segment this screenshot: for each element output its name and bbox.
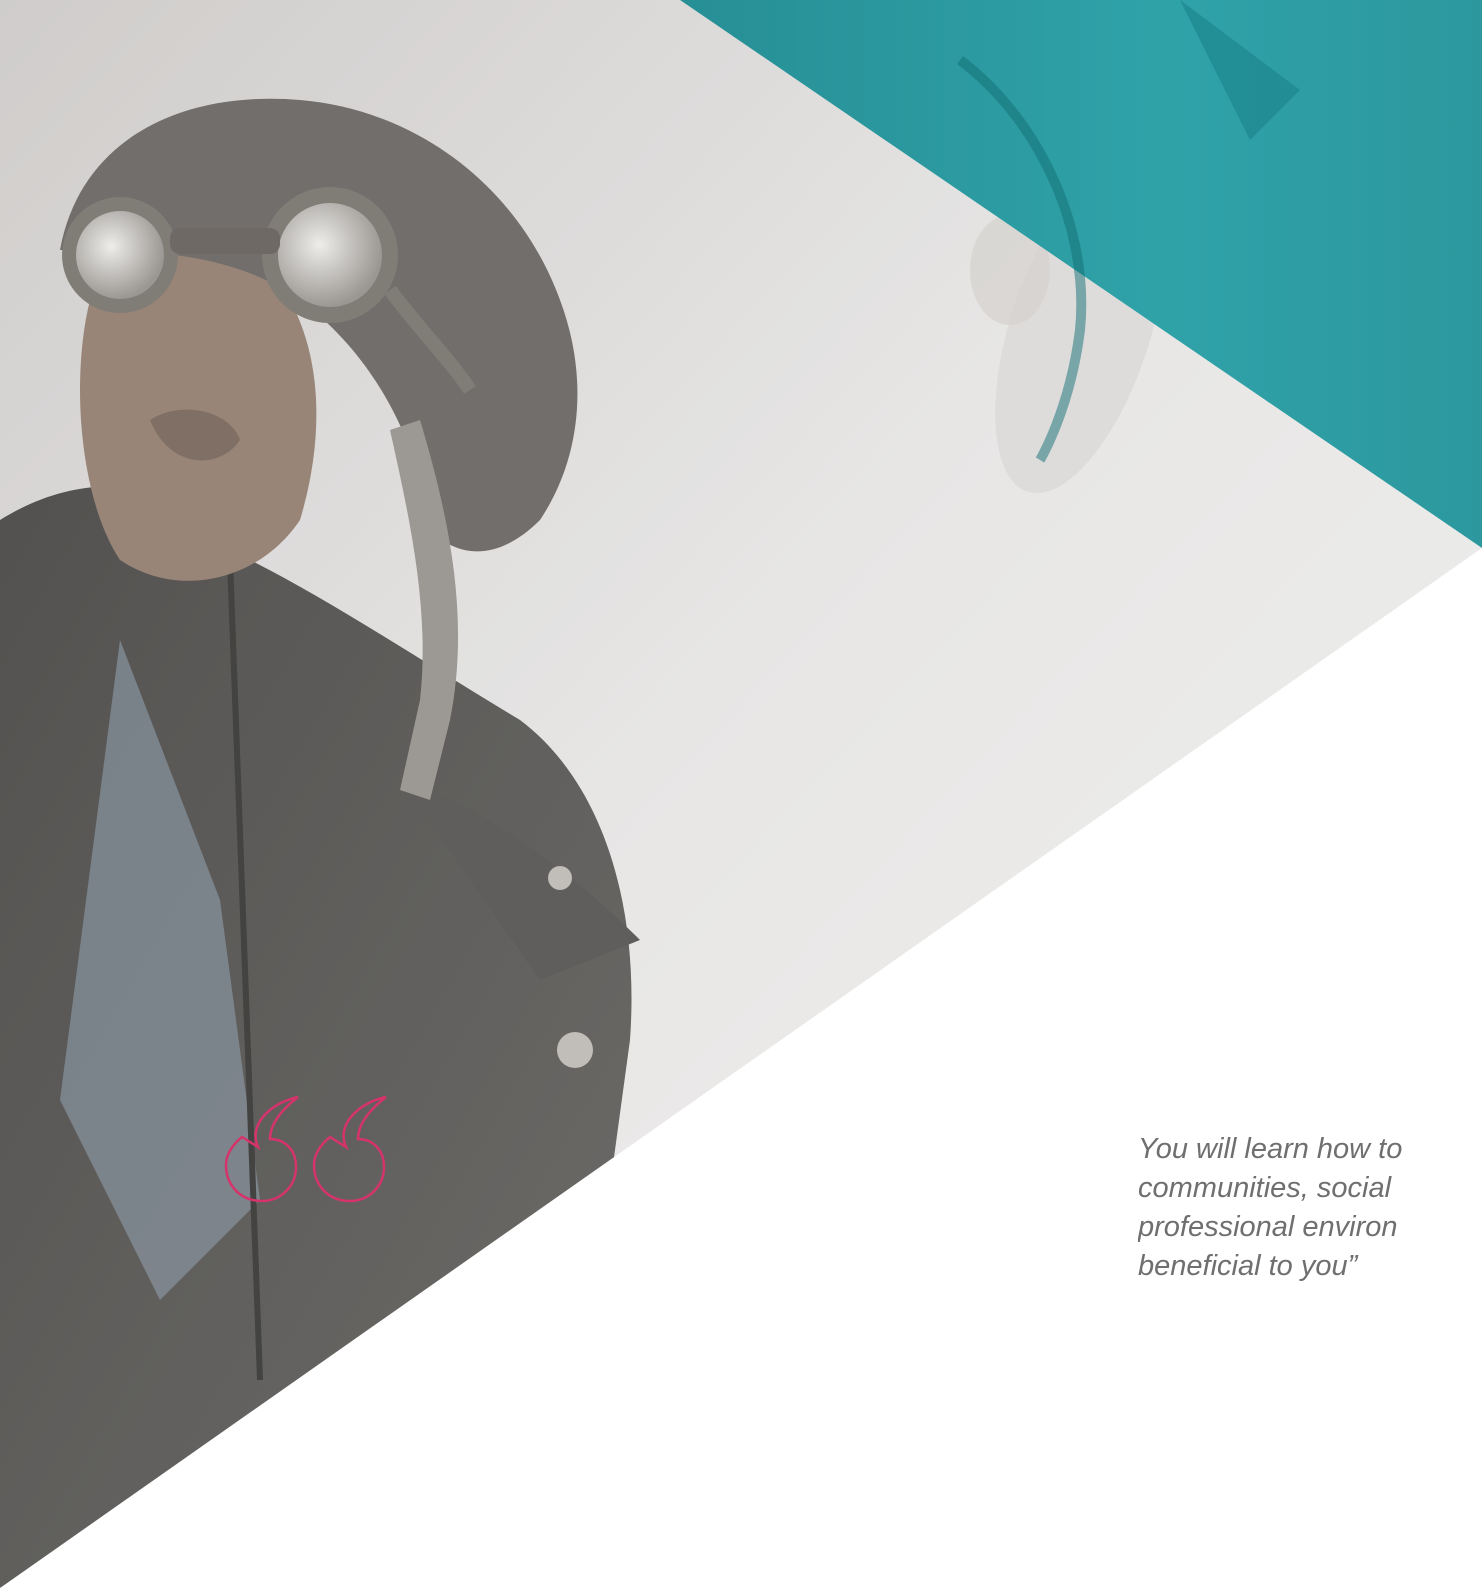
quote-line-4: beneficial to you” [1138, 1250, 1358, 1282]
quote-line-3: professional environ [1138, 1211, 1398, 1243]
testimonial-quote: You will learn how to communities, socia… [1138, 1130, 1482, 1286]
page-canvas: You will learn how to communities, socia… [0, 0, 1482, 1588]
hero-illustration [0, 0, 1482, 1588]
quote-open-icon [224, 1095, 387, 1203]
quote-line-1: You will learn how to [1138, 1133, 1403, 1165]
quote-line-2: communities, social [1138, 1172, 1392, 1204]
